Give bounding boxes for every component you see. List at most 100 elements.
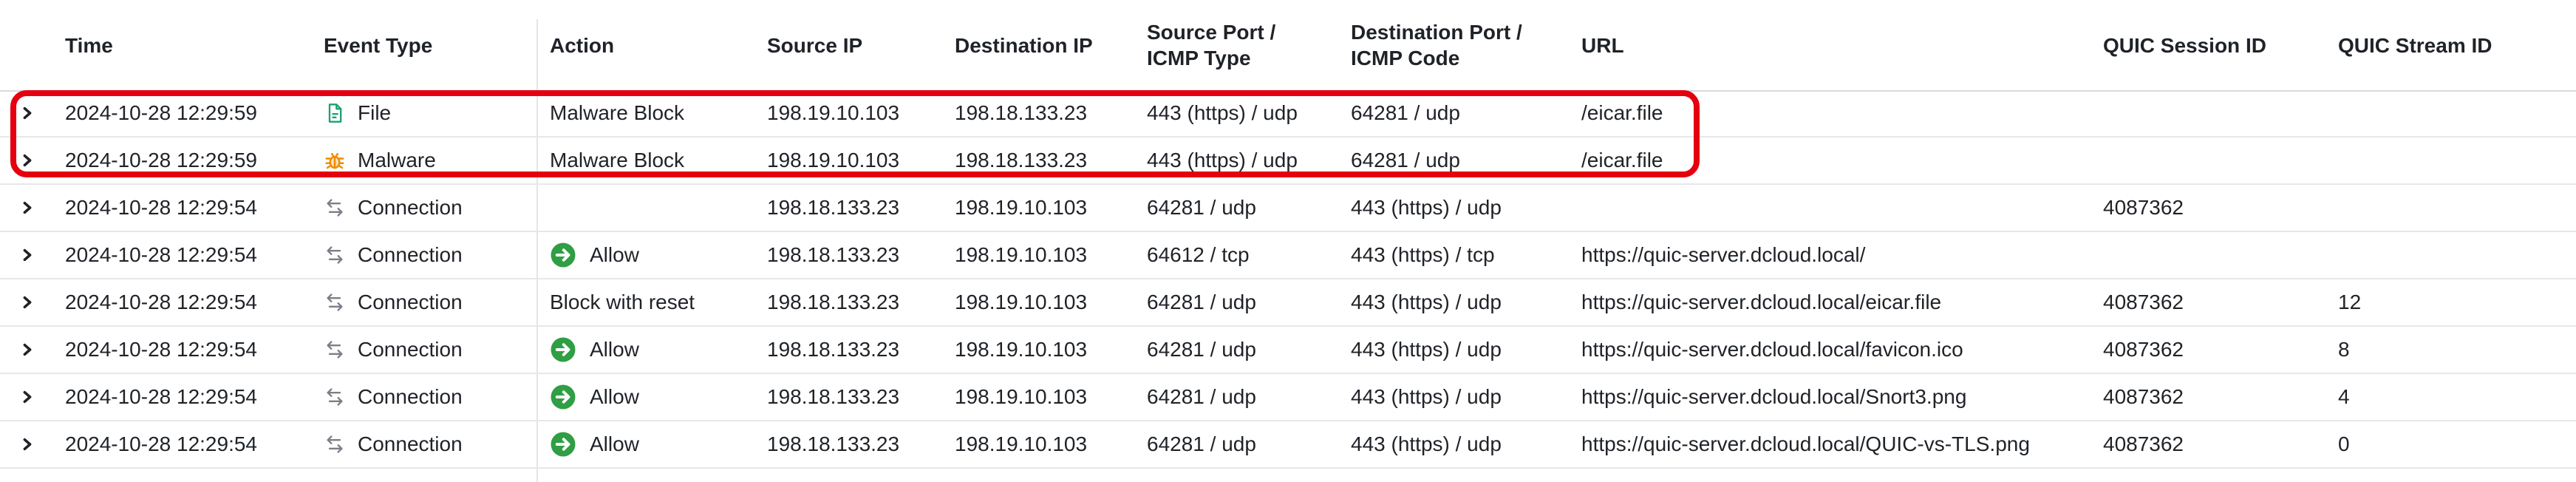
destination-ip-cell: 198.18.133.23 — [955, 101, 1088, 124]
table-row[interactable]: 2024-10-28 12:29:54 Connection 198.18.13… — [0, 185, 2576, 232]
action-label: Allow — [590, 338, 639, 361]
table-row[interactable]: 2024-10-28 12:29:54 Connection Allow 198… — [0, 232, 2576, 279]
destination-ip-cell: 198.19.10.103 — [955, 196, 1088, 219]
time-cell: 2024-10-28 12:29:54 — [65, 196, 257, 219]
event-type-cell: Connection — [324, 421, 463, 467]
expand-chevron-icon[interactable] — [21, 138, 34, 183]
expand-chevron-icon[interactable] — [21, 374, 34, 420]
quic-session-id-cell: 4087362 — [2103, 196, 2184, 219]
event-type-cell: File — [324, 90, 391, 136]
table-row[interactable]: 2024-10-28 12:29:54 Connection Allow 198… — [0, 327, 2576, 374]
expand-chevron-icon[interactable] — [21, 279, 34, 325]
source-port-cell: 64281 / udp — [1147, 291, 1256, 313]
connection-icon — [324, 339, 346, 361]
table-row[interactable]: 2024-10-28 12:29:54 Connection Allow 198… — [0, 374, 2576, 421]
source-port-cell: 443 (https) / udp — [1147, 101, 1298, 124]
event-type-cell: Connection — [324, 185, 463, 231]
event-type-label: Connection — [358, 243, 463, 266]
column-header-source-port[interactable]: Source Port / ICMP Type — [1147, 0, 1275, 90]
table-row[interactable]: 2024-10-28 12:29:59 File Malware Block 1… — [0, 90, 2576, 138]
destination-port-cell: 443 (https) / udp — [1351, 291, 1502, 313]
destination-port-cell: 64281 / udp — [1351, 101, 1460, 124]
quic-stream-id-cell: 0 — [2338, 432, 2350, 455]
event-type-label: Malware — [358, 149, 436, 172]
table-row[interactable]: 2024-10-28 12:29:54 Connection Allow 198… — [0, 421, 2576, 469]
action-cell: Block with reset — [550, 279, 695, 325]
source-ip-cell: 198.18.133.23 — [767, 291, 900, 313]
event-type-cell: Connection — [324, 279, 463, 325]
column-header-action[interactable]: Action — [550, 0, 614, 90]
source-port-cell: 64281 / udp — [1147, 196, 1256, 219]
destination-ip-cell: 198.19.10.103 — [955, 338, 1088, 361]
destination-ip-cell: 198.19.10.103 — [955, 432, 1088, 455]
url-cell: https://quic-server.dcloud.local/Snort3.… — [1581, 385, 1967, 408]
action-label: Allow — [590, 243, 639, 266]
column-header-destination-ip[interactable]: Destination IP — [955, 0, 1093, 90]
url-cell: /eicar.file — [1581, 101, 1663, 124]
source-port-cell: 443 (https) / udp — [1147, 149, 1298, 172]
column-header-quic-stream-id[interactable]: QUIC Stream ID — [2338, 0, 2492, 90]
source-port-cell: 64281 / udp — [1147, 385, 1256, 408]
destination-port-cell: 443 (https) / tcp — [1351, 243, 1495, 266]
connection-icon — [324, 197, 346, 219]
expand-chevron-icon[interactable] — [21, 421, 34, 467]
destination-port-cell: 443 (https) / udp — [1351, 196, 1502, 219]
destination-port-cell: 443 (https) / udp — [1351, 338, 1502, 361]
action-cell: Allow — [550, 421, 639, 467]
connection-icon — [324, 433, 346, 455]
expand-chevron-icon[interactable] — [21, 327, 34, 373]
allow-icon — [550, 336, 576, 363]
quic-stream-id-cell: 8 — [2338, 338, 2350, 361]
source-port-cell: 64281 / udp — [1147, 432, 1256, 455]
expand-chevron-icon[interactable] — [21, 232, 34, 278]
bug-icon — [324, 149, 346, 172]
time-cell: 2024-10-28 12:29:54 — [65, 338, 257, 361]
column-header-destination-port[interactable]: Destination Port / ICMP Code — [1351, 0, 1522, 90]
event-type-label: Connection — [358, 338, 463, 361]
time-cell: 2024-10-28 12:29:54 — [65, 243, 257, 266]
action-cell: Malware Block — [550, 90, 684, 136]
table-row[interactable]: 2024-10-28 12:29:54 Connection Block wit… — [0, 279, 2576, 327]
table-row[interactable]: 2024-10-28 12:29:59 Malware Malware Bloc… — [0, 138, 2576, 185]
event-type-label: Connection — [358, 432, 463, 455]
destination-port-cell: 443 (https) / udp — [1351, 385, 1502, 408]
event-type-cell: Connection — [324, 232, 463, 278]
event-type-label: Connection — [358, 385, 463, 408]
column-header-url[interactable]: URL — [1581, 0, 1624, 90]
time-cell: 2024-10-28 12:29:54 — [65, 291, 257, 313]
expand-chevron-icon[interactable] — [21, 185, 34, 231]
column-header-quic-session-id[interactable]: QUIC Session ID — [2103, 0, 2266, 90]
source-ip-cell: 198.18.133.23 — [767, 196, 900, 219]
quic-stream-id-cell: 12 — [2338, 291, 2362, 313]
destination-port-cell: 443 (https) / udp — [1351, 432, 1502, 455]
event-type-label: File — [358, 101, 392, 124]
table-header: Time Event Type Action Source IP Destina… — [0, 0, 2576, 92]
time-cell: 2024-10-28 12:29:54 — [65, 385, 257, 408]
action-label: Block with reset — [550, 291, 695, 313]
action-label: Malware Block — [550, 101, 685, 124]
allow-icon — [550, 384, 576, 410]
time-cell: 2024-10-28 12:29:59 — [65, 101, 257, 124]
event-type-cell: Connection — [324, 374, 463, 420]
source-ip-cell: 198.19.10.103 — [767, 149, 900, 172]
source-ip-cell: 198.18.133.23 — [767, 338, 900, 361]
event-type-cell: Connection — [324, 327, 463, 373]
column-header-event-type[interactable]: Event Type — [324, 0, 432, 90]
file-icon — [324, 102, 346, 124]
source-port-cell: 64281 / udp — [1147, 338, 1256, 361]
expand-chevron-icon[interactable] — [21, 90, 34, 136]
url-cell: https://quic-server.dcloud.local/favicon… — [1581, 338, 1963, 361]
url-cell: https://quic-server.dcloud.local/eicar.f… — [1581, 291, 1942, 313]
quic-stream-id-cell: 4 — [2338, 385, 2350, 408]
allow-icon — [550, 242, 576, 268]
source-ip-cell: 198.18.133.23 — [767, 385, 900, 408]
column-header-source-ip[interactable]: Source IP — [767, 0, 862, 90]
event-type-label: Connection — [358, 291, 463, 313]
url-cell: https://quic-server.dcloud.local/ — [1581, 243, 1866, 266]
source-port-cell: 64612 / tcp — [1147, 243, 1250, 266]
event-type-label: Connection — [358, 196, 463, 219]
time-cell: 2024-10-28 12:29:54 — [65, 432, 257, 455]
source-ip-cell: 198.18.133.23 — [767, 432, 900, 455]
destination-ip-cell: 198.19.10.103 — [955, 385, 1088, 408]
column-header-time[interactable]: Time — [65, 0, 113, 90]
